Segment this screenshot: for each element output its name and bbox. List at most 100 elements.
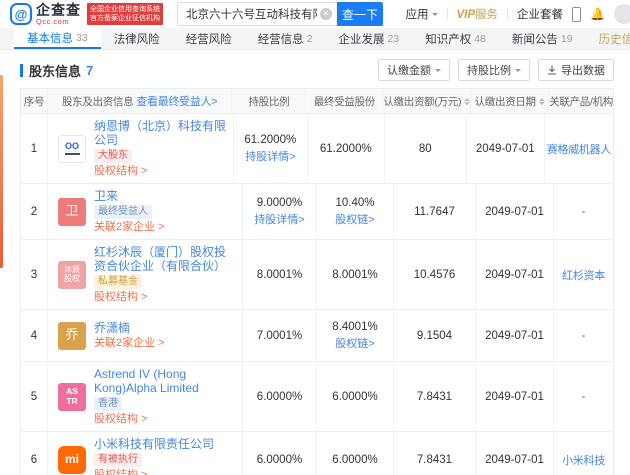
shareholder-avatar: 卫 xyxy=(58,197,86,226)
search-button[interactable]: 查一下 xyxy=(337,2,383,26)
related-empty: - xyxy=(581,205,586,218)
tag-line: 香港 xyxy=(94,397,236,411)
tab-label: 经营风险 xyxy=(185,33,232,46)
shareholder-info: 乔潇楠关联2家企业 > xyxy=(94,321,165,350)
shareholder-row: 4 乔乔潇楠 关联2家企业 >7.0001% 8.4001% 股权链> 9.1504 204… xyxy=(21,309,613,361)
clear-search-icon[interactable]: ✕ xyxy=(320,8,332,20)
qcc-logo[interactable]: @ 企查查 Qcc.com xyxy=(10,3,81,26)
tab-法律风险[interactable]: 法律风险 xyxy=(101,28,173,49)
shareholder-info: 纳恩博（北京）科技有限公司 大股东 股权结构 > xyxy=(94,119,227,178)
table-header-row: 序号 股东及出资信息 查看最终受益人> 持股比例 最终受益股份 认缴出资额(万元… xyxy=(21,89,613,113)
row-number: 4 xyxy=(30,329,38,342)
enterprise-package-link[interactable]: 企业套餐 xyxy=(517,6,563,22)
equity-chain-link[interactable]: 股权链> xyxy=(335,211,374,227)
tab-历史信息[interactable]: 历史信息3VIP xyxy=(586,28,630,49)
related-empty: - xyxy=(581,390,586,403)
holding-detail-link[interactable]: 持股详情> xyxy=(254,211,304,227)
tab-新闻公告[interactable]: 新闻公告 19 xyxy=(499,28,586,49)
shareholder-cell: AS TR Astrend IV (Hong Kong)Alpha Limited 香… xyxy=(47,362,242,431)
final-shares-value: 6.0000% xyxy=(332,453,378,466)
shareholder-avatar: AS TR xyxy=(58,382,86,411)
equity-structure-link[interactable]: 关联2家企业 > xyxy=(94,221,165,234)
equity-structure-link[interactable]: 股权结构 > xyxy=(94,413,236,426)
status-tag: 最终受益人 xyxy=(94,205,152,219)
ratio-value: 6.0000% xyxy=(256,453,303,466)
tab-经营信息[interactable]: 经营信息 2 xyxy=(245,28,326,49)
tab-count: 19 xyxy=(560,32,573,45)
tab-count: 23 xyxy=(387,32,400,45)
notification-bell-icon[interactable]: 🔔 xyxy=(590,7,605,21)
filter-amount-button[interactable]: 认缴金额 xyxy=(378,59,450,81)
tab-经营风险[interactable]: 经营风险 xyxy=(173,28,245,49)
shareholder-row: 3 沐辰 股权 红杉沐辰（厦门）股权投资合伙企业（有限合伙） 私募基金 股权结构 > 8.0… xyxy=(21,239,613,309)
tab-count: 2 xyxy=(306,32,313,45)
related-product-link[interactable]: 红杉资本 xyxy=(562,267,605,283)
amount-cell: 9.1504 xyxy=(393,310,475,361)
export-data-button[interactable]: 导出数据 xyxy=(538,59,614,81)
amount-cell: 80 xyxy=(383,114,466,183)
apps-menu[interactable]: 应用 xyxy=(406,6,438,22)
equity-structure-link[interactable]: 股权结构 > xyxy=(94,165,227,178)
col-date[interactable]: 认缴出资日期 xyxy=(470,89,548,113)
vip-service-link[interactable]: VIP服务 xyxy=(457,6,499,22)
final-shares-value: 6.0000% xyxy=(332,390,378,403)
row-number: 1 xyxy=(30,142,38,155)
related-cell: - xyxy=(553,184,613,239)
shareholder-name-link[interactable]: Astrend IV (Hong Kong)Alpha Limited xyxy=(94,367,236,395)
search-input[interactable] xyxy=(177,2,337,26)
final-shares-cell: 10.40% 股权链> xyxy=(316,184,393,239)
shareholder-avatar: 乔 xyxy=(58,321,86,350)
tag-line: 有被执行 xyxy=(94,453,214,467)
ratio-value: 7.0001% xyxy=(256,329,303,342)
filter-ratio-button[interactable]: 持股比例 xyxy=(458,59,530,81)
brand-name: 企查查 xyxy=(36,1,81,18)
shareholder-row: 2 卫卫来 最终受益人 关联2家企业 >9.0000% 持股详情> 10.40% 股权链> 1… xyxy=(21,183,613,239)
tab-知识产权[interactable]: 知识产权 48 xyxy=(412,28,499,49)
brand-domain: Qcc.com xyxy=(36,16,70,26)
sort-icon[interactable] xyxy=(538,97,545,105)
status-tag: 香港 xyxy=(94,397,122,411)
shareholder-name-link[interactable]: 红杉沐辰（厦门）股权投资合伙企业（有限合伙） xyxy=(94,245,236,273)
date-cell: 2049-07-01 xyxy=(475,184,553,239)
holding-detail-link[interactable]: 持股详情> xyxy=(245,148,295,164)
related-product-link[interactable]: 小米科技 xyxy=(562,452,605,468)
row-number: 5 xyxy=(30,390,38,403)
date-cell: 2049-07-01 xyxy=(475,432,553,475)
shareholder-row: 5 AS TR Astrend IV (Hong Kong)Alpha Limited… xyxy=(21,361,613,431)
final-shares-cell: 6.0000% xyxy=(316,432,393,475)
shareholder-avatar: 沐辰 股权 xyxy=(58,260,86,289)
shareholder-cell: 卫卫来 最终受益人 关联2家企业 > xyxy=(47,184,242,239)
shareholder-name-link[interactable]: 乔潇楠 xyxy=(94,321,165,335)
tab-基本信息[interactable]: 基本信息 33 xyxy=(14,28,101,49)
amount-cell: 11.7647 xyxy=(393,184,475,239)
shareholder-name-link[interactable]: 卫来 xyxy=(94,189,165,203)
shareholder-name-link[interactable]: 小米科技有限责任公司 xyxy=(94,437,214,451)
date-cell: 2049-07-01 xyxy=(475,240,553,309)
tab-企业发展[interactable]: 企业发展 23 xyxy=(326,28,413,49)
shareholder-name-link[interactable]: 纳恩博（北京）科技有限公司 xyxy=(94,119,227,147)
equity-chain-link[interactable]: 股权链> xyxy=(335,335,374,351)
ratio-cell: 9.0000% 持股详情> xyxy=(242,184,316,239)
left-edge-widget-sliver[interactable] xyxy=(0,75,3,268)
equity-structure-link[interactable]: 关联2家企业 > xyxy=(94,337,165,350)
tab-count: 33 xyxy=(76,31,88,44)
avatar-text: 卫 xyxy=(65,203,79,219)
shareholder-info: 卫来最终受益人关联2家企业 > xyxy=(94,189,165,234)
date-cell: 2049-07-01 xyxy=(475,362,553,431)
view-beneficiary-link[interactable]: 查看最终受益人> xyxy=(136,93,217,109)
related-empty: - xyxy=(581,329,586,342)
ratio-value: 9.0000% xyxy=(256,196,303,209)
equity-structure-link[interactable]: 股权结构 > xyxy=(94,291,236,304)
ninebot-glasses-glyph: OO xyxy=(64,140,79,151)
row-number: 6 xyxy=(30,453,38,466)
related-product-link[interactable]: 赛格威机器人 xyxy=(547,141,612,157)
related-cell: - xyxy=(553,362,613,431)
user-avatar[interactable] xyxy=(614,4,630,24)
divider xyxy=(446,8,448,20)
related-cell: - xyxy=(553,310,613,361)
col-amount[interactable]: 认缴出资额(万元) xyxy=(382,89,471,113)
related-cell: 红杉资本 xyxy=(553,240,613,309)
final-shares-value: 61.2000% xyxy=(319,142,372,155)
equity-structure-link[interactable]: 股权结构 > xyxy=(94,469,214,475)
mobile-app-icon[interactable] xyxy=(572,6,582,22)
